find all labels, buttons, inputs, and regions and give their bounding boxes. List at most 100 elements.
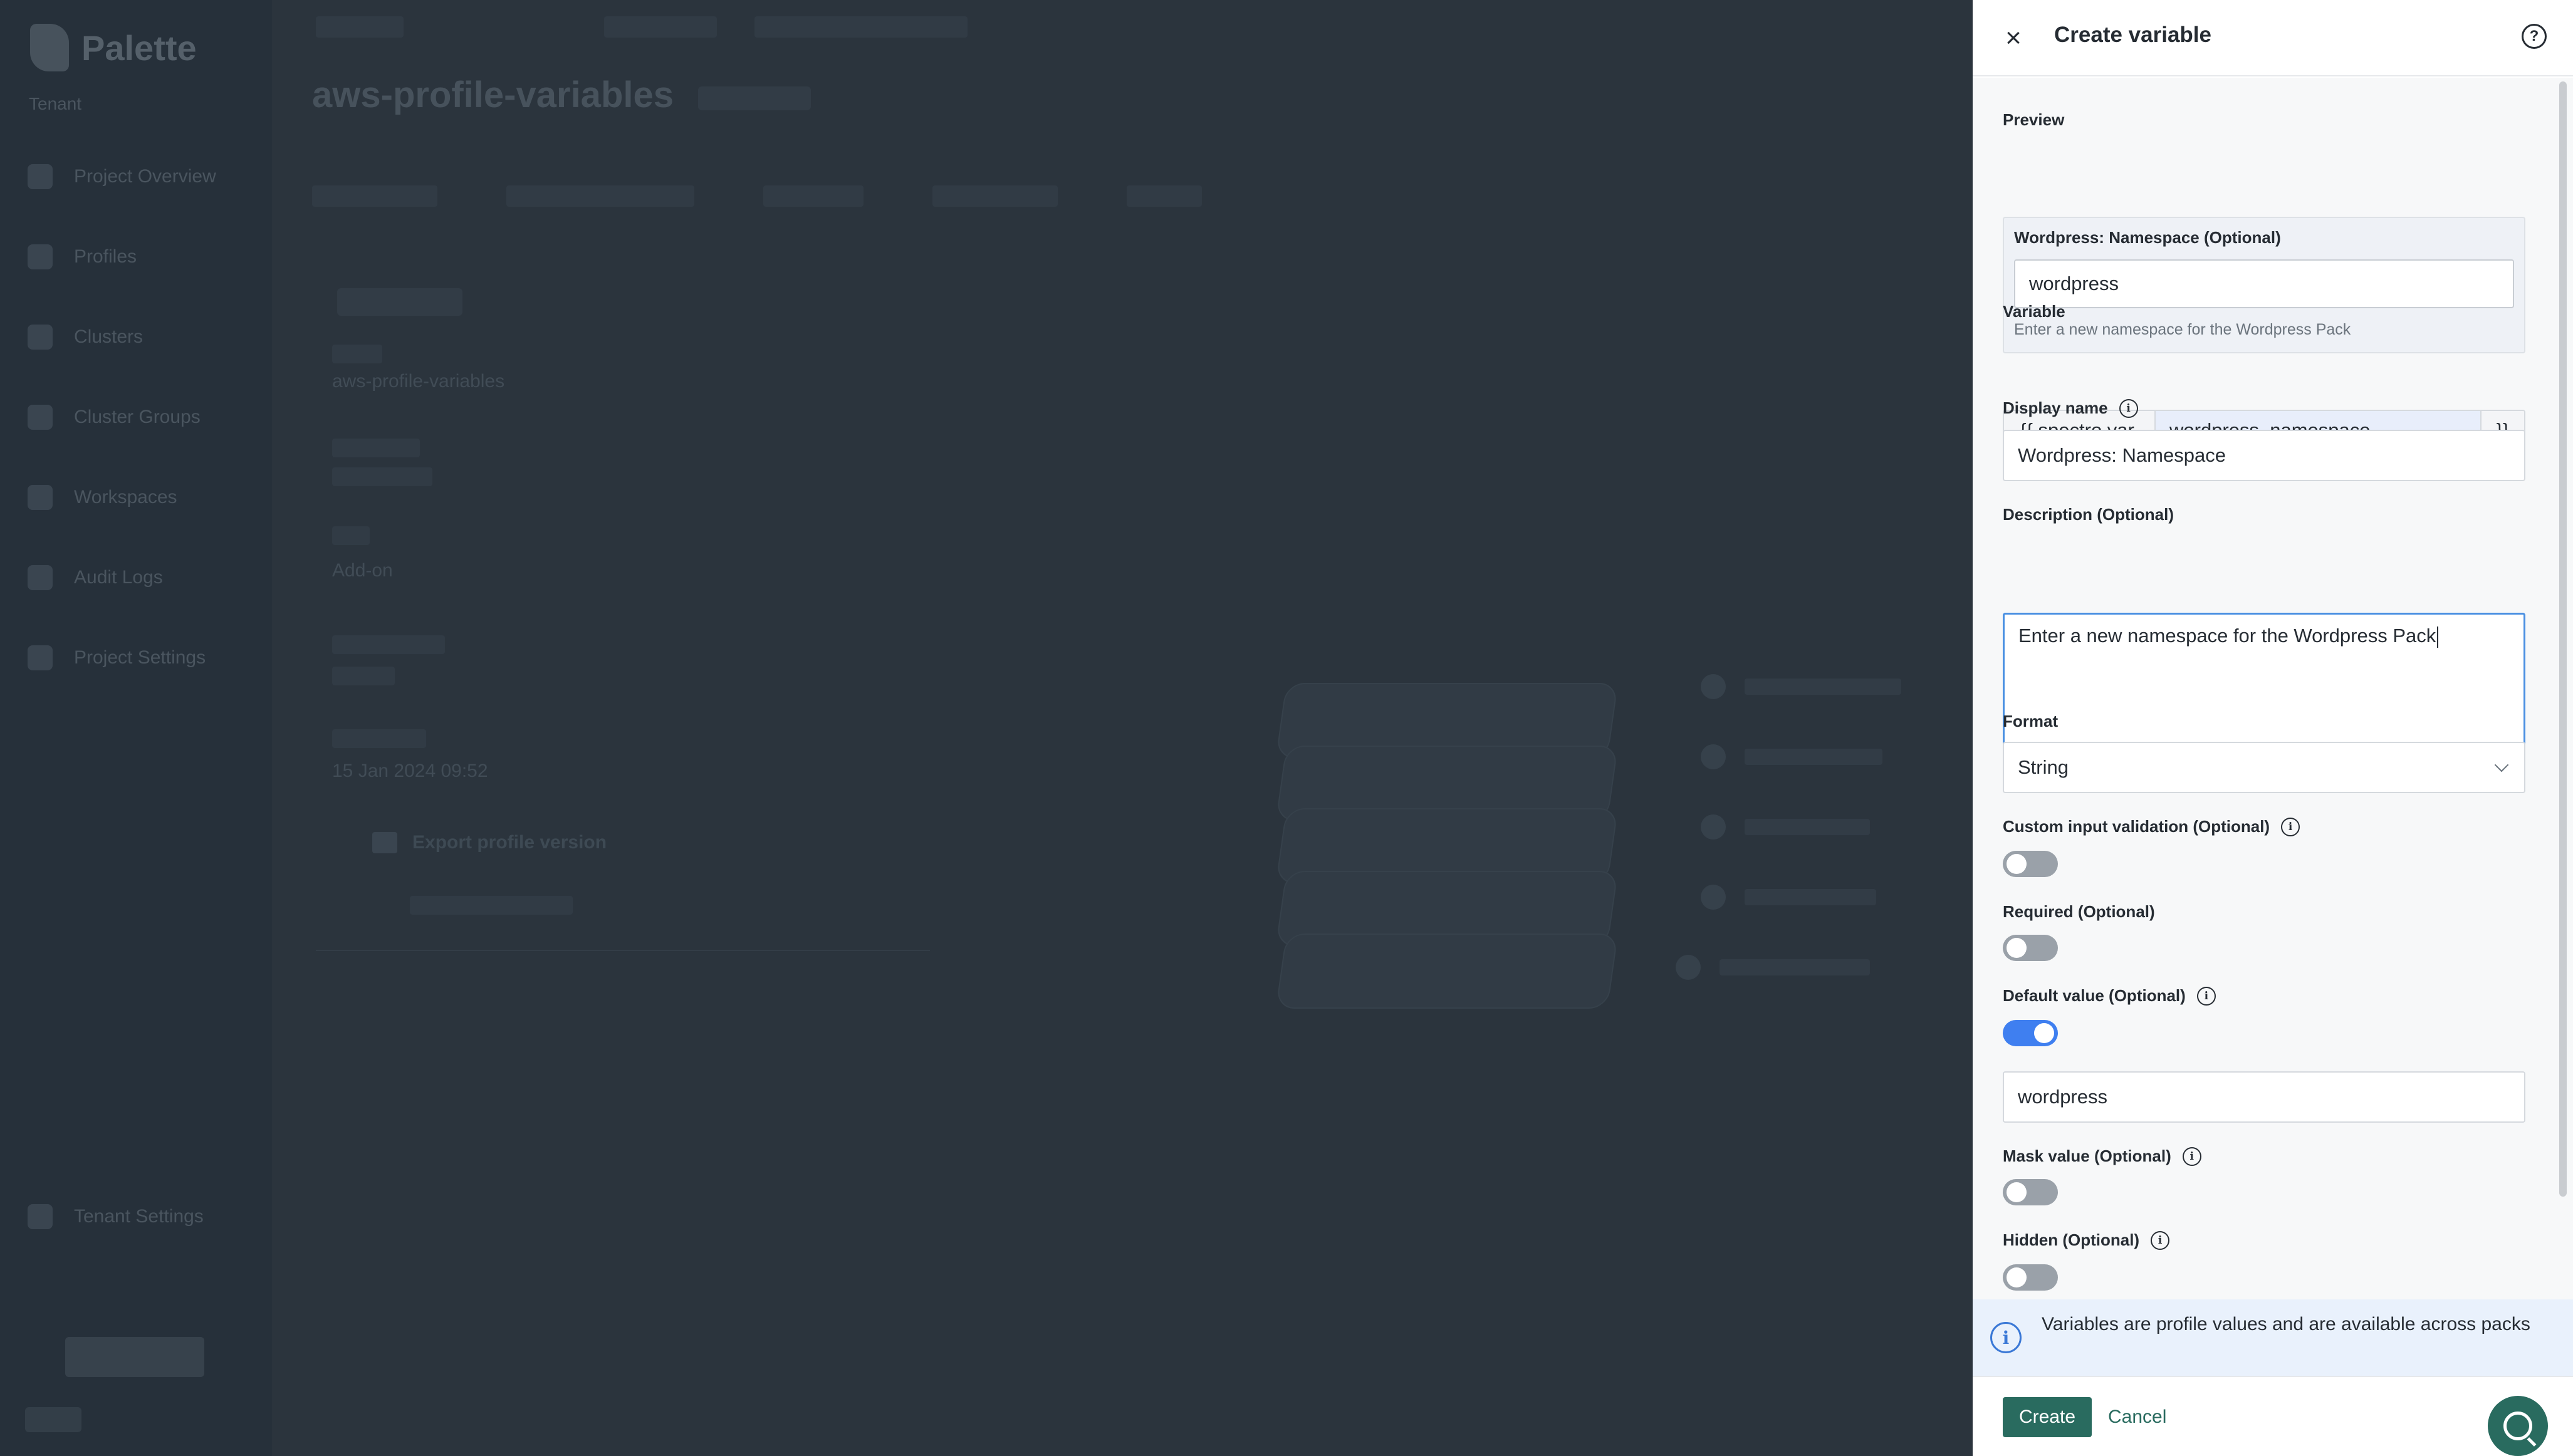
layer-list-item[interactable] (1701, 814, 1870, 840)
layer-list-item[interactable] (1701, 744, 1882, 769)
sidebar-item-cluster-groups[interactable]: Cluster Groups (28, 405, 201, 430)
create-button[interactable]: Create (2003, 1397, 2092, 1437)
breadcrumb-item[interactable] (604, 16, 717, 38)
profiles-icon (28, 244, 53, 269)
version-chip[interactable] (698, 86, 811, 110)
toggle-knob (2007, 1267, 2027, 1287)
default-value-toggle[interactable] (2003, 1020, 2058, 1046)
hidden-label-text: Hidden (Optional) (2003, 1230, 2140, 1249)
layer-list-item[interactable] (1701, 674, 1901, 699)
field-label (332, 439, 420, 457)
user-menu[interactable] (25, 1407, 81, 1432)
toggle-knob (2007, 1182, 2027, 1202)
layer-list-item[interactable] (1676, 955, 1870, 980)
tab[interactable] (506, 185, 694, 207)
sidebar-promo-button[interactable] (65, 1337, 204, 1377)
tab[interactable] (312, 185, 437, 207)
format-select[interactable]: String (2003, 742, 2525, 793)
toggle-knob (2034, 1023, 2054, 1043)
sidebar-item-tenant-settings[interactable]: Tenant Settings (28, 1204, 204, 1229)
tab[interactable] (763, 185, 864, 207)
tab[interactable] (932, 185, 1058, 207)
info-icon: i (1990, 1322, 2022, 1353)
scope-label: Tenant (29, 94, 82, 113)
breadcrumb-item (754, 16, 968, 38)
sidebar-item-audit-logs[interactable]: Audit Logs (28, 565, 163, 590)
page-title: aws-profile-variables (312, 75, 674, 115)
drawer-footer: Create Cancel (1973, 1376, 2573, 1456)
variable-label: Variable (2003, 302, 2065, 321)
sidebar-item-label: Cluster Groups (74, 407, 201, 427)
info-icon[interactable]: i (2196, 986, 2216, 1006)
create-variable-drawer: × Create variable ? Preview Wordpress: N… (1973, 0, 2573, 1456)
field-value: Add-on (332, 560, 393, 581)
pack-icon (1701, 814, 1726, 840)
tab[interactable] (1127, 185, 1202, 207)
toggle-knob (2007, 938, 2027, 958)
mask-value-label: Mask value (Optional) i (2003, 1147, 2201, 1166)
settings-icon (28, 645, 53, 670)
pack-name (1745, 889, 1876, 905)
secondary-link[interactable] (410, 896, 573, 915)
breadcrumb-item[interactable] (316, 16, 404, 38)
cluster-groups-icon (28, 405, 53, 430)
drawer-title: Create variable (2054, 23, 2211, 47)
app-logo: Palette (30, 24, 197, 71)
toggle-knob (2007, 854, 2027, 874)
custom-validation-label: Custom input validation (Optional) i (2003, 817, 2300, 836)
info-icon[interactable]: i (2281, 817, 2300, 836)
info-icon[interactable]: i (2182, 1147, 2201, 1166)
view-toggle[interactable] (337, 288, 462, 316)
preview-section-label: Preview (2003, 110, 2065, 129)
pack-icon (1701, 744, 1726, 769)
support-chat-button[interactable] (2488, 1396, 2548, 1456)
stack-layer[interactable] (1275, 933, 1619, 1009)
required-toggle[interactable] (2003, 935, 2058, 961)
custom-validation-label-text: Custom input validation (Optional) (2003, 817, 2270, 836)
layer-list-item[interactable] (1701, 885, 1876, 910)
export-link-label: Export profile version (412, 832, 607, 853)
preview-input[interactable]: wordpress (2014, 259, 2514, 308)
field-label (332, 635, 445, 654)
info-icon[interactable]: i (2119, 398, 2138, 418)
display-name-label: Display name i (2003, 398, 2138, 418)
export-icon (372, 832, 397, 853)
sidebar-item-project-overview[interactable]: Project Overview (28, 164, 216, 189)
default-value-label: Default value (Optional) i (2003, 986, 2216, 1006)
pack-icon (1701, 674, 1726, 699)
info-banner-text: Variables are profile values and are ava… (2042, 1314, 2530, 1334)
info-icon[interactable]: i (2151, 1230, 2170, 1250)
sidebar-item-label: Profiles (74, 246, 137, 267)
hidden-toggle[interactable] (2003, 1264, 2058, 1291)
close-icon[interactable]: × (1999, 24, 2028, 53)
drawer-header: × Create variable ? (1973, 0, 2573, 76)
drawer-scrollbar[interactable] (2559, 81, 2567, 1197)
profile-tabs (312, 185, 1202, 207)
pack-icon (1701, 885, 1726, 910)
description-text: Enter a new namespace for the Wordpress … (2018, 625, 2436, 647)
brand-name: Palette (81, 28, 197, 68)
display-name-input[interactable]: Wordpress: Namespace (2003, 430, 2525, 481)
export-profile-link[interactable]: Export profile version (372, 832, 607, 853)
pack-icon (1676, 955, 1701, 980)
sidebar: Palette Tenant Project Overview Profiles… (0, 0, 272, 1456)
profile-stack-graphic (1275, 683, 1619, 1009)
custom-validation-toggle[interactable] (2003, 851, 2058, 877)
help-circle-icon[interactable]: ? (2522, 24, 2547, 49)
format-selected-value: String (2018, 756, 2069, 778)
sidebar-item-label: Project Overview (74, 166, 216, 187)
sidebar-item-project-settings[interactable]: Project Settings (28, 645, 206, 670)
format-label: Format (2003, 712, 2059, 731)
mask-value-toggle[interactable] (2003, 1179, 2058, 1205)
sidebar-item-clusters[interactable]: Clusters (28, 325, 143, 350)
cancel-button[interactable]: Cancel (2102, 1397, 2173, 1437)
sidebar-item-profiles[interactable]: Profiles (28, 244, 137, 269)
field-label (332, 729, 426, 748)
breadcrumb (316, 16, 968, 38)
hidden-label: Hidden (Optional) i (2003, 1230, 2170, 1250)
main-content: aws-profile-variables aws-profile-variab… (272, 0, 1973, 1456)
divider (316, 950, 930, 951)
preview-panel: Wordpress: Namespace (Optional) wordpres… (2003, 217, 2525, 353)
sidebar-item-workspaces[interactable]: Workspaces (28, 485, 177, 510)
default-value-input[interactable]: wordpress (2003, 1071, 2525, 1123)
